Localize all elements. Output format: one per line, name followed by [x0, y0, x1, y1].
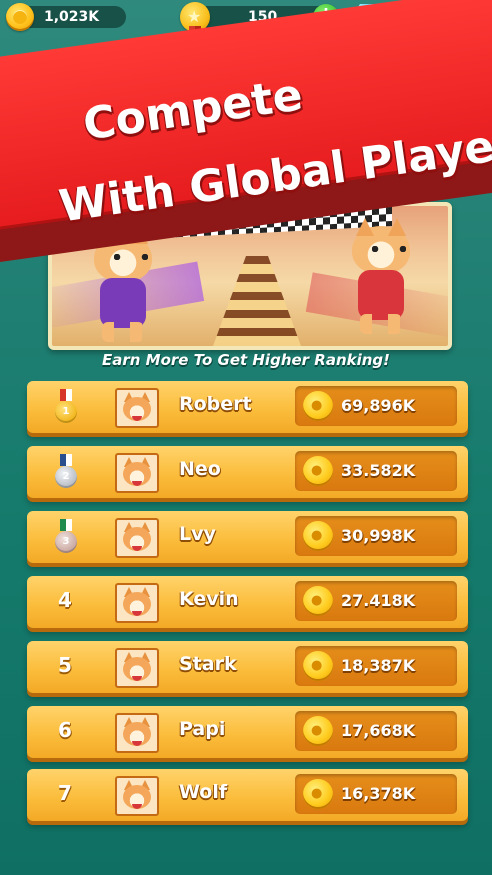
player-name: Stark — [179, 653, 237, 675]
coins-value: 1,023K — [44, 9, 100, 25]
player-score: 16,378K — [341, 784, 416, 803]
leaderboard-row[interactable]: 2 Neo ● 33.582K — [27, 446, 468, 498]
player-name: Wolf — [179, 781, 228, 803]
rank-number: 7 — [58, 781, 72, 805]
leaderboard-row[interactable]: 1 Robert ● 69,896K — [27, 381, 468, 433]
cat-avatar — [115, 453, 159, 493]
score-box: ● 69,896K — [295, 386, 457, 426]
score-box: ● 16,378K — [295, 774, 457, 814]
player-name: Neo — [179, 458, 221, 480]
leaderboard-subtitle: Earn More To Get Higher Ranking! — [101, 351, 391, 369]
player-score: 27.418K — [341, 591, 416, 610]
leaderboard-row[interactable]: 5 Stark ● 18,387K — [27, 641, 468, 693]
cat-avatar — [115, 518, 159, 558]
leaderboard-row[interactable]: 7 Wolf ● 16,378K — [27, 769, 468, 821]
score-box: ● 17,668K — [295, 711, 457, 751]
cat-runner-purple — [86, 234, 160, 344]
race-track — [202, 256, 312, 346]
cat-avatar — [115, 776, 159, 816]
paw-coin-icon: ● — [303, 716, 333, 746]
rank-number: 5 — [58, 653, 72, 677]
player-name: Papi — [179, 718, 226, 740]
cat-avatar — [115, 648, 159, 688]
player-score: 18,387K — [341, 656, 416, 675]
bronze-medal-icon: 3 — [55, 519, 77, 555]
rank-number: 6 — [58, 718, 72, 742]
silver-medal-icon: 2 — [55, 454, 77, 490]
leaderboard-row[interactable]: 6 Papi ● 17,668K — [27, 706, 468, 758]
cat-avatar — [115, 388, 159, 428]
score-box: ● 18,387K — [295, 646, 457, 686]
player-name: Lvy — [179, 523, 216, 545]
score-box: ● 33.582K — [295, 451, 457, 491]
cat-avatar — [115, 713, 159, 753]
paw-coin-icon: ● — [303, 779, 333, 809]
leaderboard-row[interactable]: 3 Lvy ● 30,998K — [27, 511, 468, 563]
paw-coin-icon: ● — [303, 651, 333, 681]
cat-avatar — [115, 583, 159, 623]
paw-coin-icon: ● — [303, 521, 333, 551]
player-name: Robert — [179, 393, 252, 415]
player-name: Kevin — [179, 588, 239, 610]
player-score: 17,668K — [341, 721, 416, 740]
score-box: ● 27.418K — [295, 581, 457, 621]
score-box: ● 30,998K — [295, 516, 457, 556]
rank-number: 3 — [55, 531, 77, 553]
cat-runner-red — [344, 226, 418, 336]
rank-number: 4 — [58, 588, 72, 612]
player-score: 30,998K — [341, 526, 416, 545]
rank-number: 1 — [55, 401, 77, 423]
paw-coin-icon: ● — [303, 391, 333, 421]
paw-coin-icon: ● — [303, 456, 333, 486]
leaderboard-row[interactable]: 4 Kevin ● 27.418K — [27, 576, 468, 628]
paw-coin-icon: ● — [303, 586, 333, 616]
gold-medal-icon: 1 — [55, 389, 77, 425]
rank-number: 2 — [55, 466, 77, 488]
coin-icon — [6, 3, 34, 31]
player-score: 69,896K — [341, 396, 416, 415]
player-score: 33.582K — [341, 461, 416, 480]
star-icon: ★ — [187, 7, 202, 26]
